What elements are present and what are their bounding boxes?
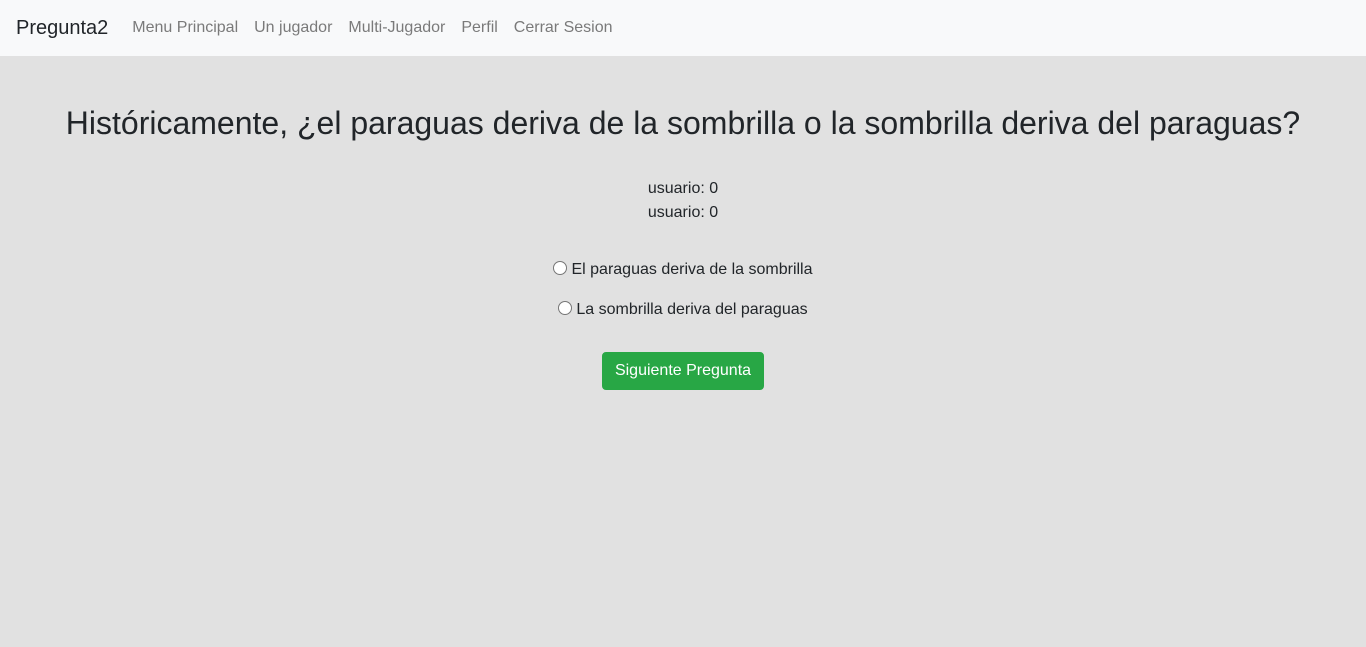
radio-button[interactable] <box>553 261 568 275</box>
answer-option-label: La sombrilla deriva del paraguas <box>576 301 808 318</box>
nav-link-perfil[interactable]: Perfil <box>453 19 505 37</box>
main-content: Históricamente, ¿el paraguas deriva de l… <box>0 56 1366 647</box>
score-player-2: usuario: 0 <box>647 204 719 221</box>
next-question-button[interactable]: Siguiente Pregunta <box>601 352 765 390</box>
answer-options: El paraguas deriva de la sombrilla La so… <box>0 250 1366 330</box>
navbar: Pregunta2 Menu Principal Un jugador Mult… <box>0 0 1366 56</box>
answer-option-1[interactable]: El paraguas deriva de la sombrilla <box>0 250 1366 290</box>
scores: usuario: 0 usuario: 0 <box>0 177 1366 225</box>
nav-links: Menu Principal Un jugador Multi-Jugador … <box>124 19 620 37</box>
nav-link-cerrar-sesion[interactable]: Cerrar Sesion <box>506 19 621 37</box>
nav-link-menu-principal[interactable]: Menu Principal <box>124 19 246 37</box>
nav-link-un-jugador[interactable]: Un jugador <box>246 19 340 37</box>
answer-option-2[interactable]: La sombrilla deriva del paraguas <box>0 290 1366 330</box>
score-player-1: usuario: 0 <box>647 180 719 197</box>
brand-link[interactable]: Pregunta2 <box>16 17 108 40</box>
nav-link-multi-jugador[interactable]: Multi-Jugador <box>340 19 453 37</box>
radio-button[interactable] <box>558 301 573 315</box>
question-title: Históricamente, ¿el paraguas deriva de l… <box>65 105 1301 141</box>
answer-option-label: El paraguas deriva de la sombrilla <box>571 261 813 278</box>
